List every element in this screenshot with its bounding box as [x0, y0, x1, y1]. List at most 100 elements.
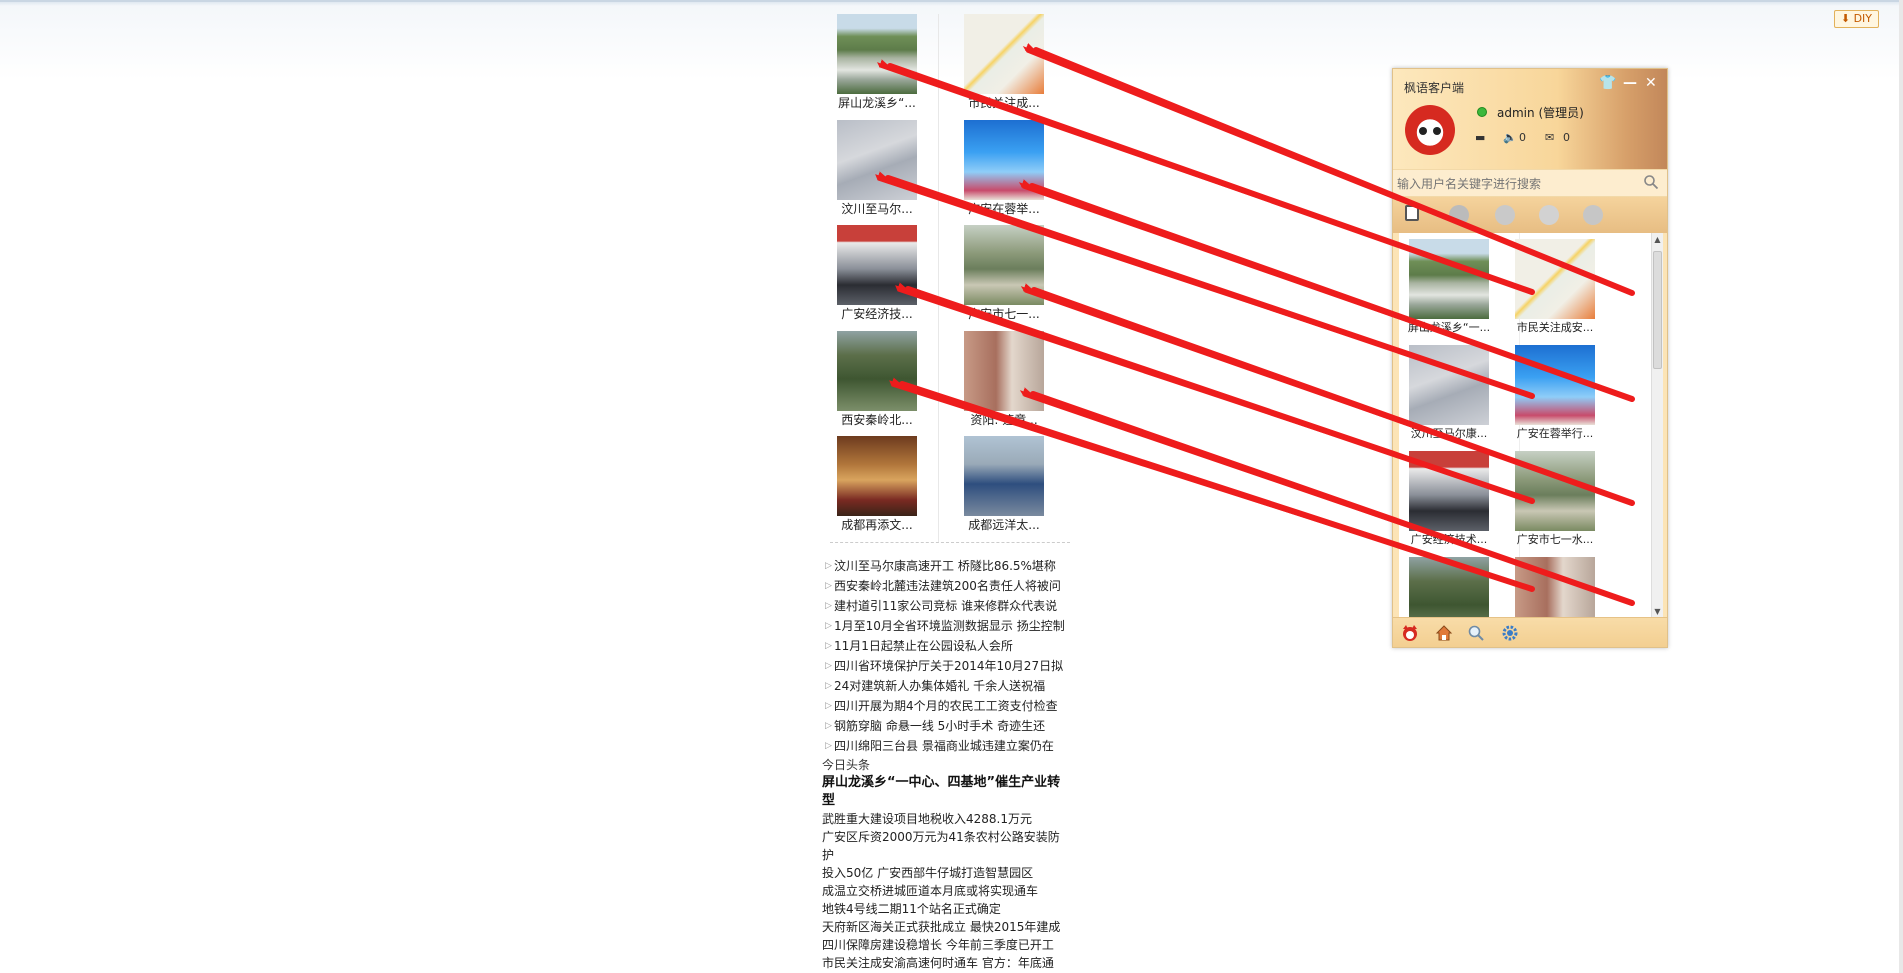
gallery-item[interactable]: 广安经济技... [832, 225, 922, 323]
gallery-thumbnail[interactable] [964, 331, 1044, 411]
gallery-caption[interactable]: 广安经济技... [832, 305, 922, 323]
client-photo-item[interactable]: 市民关注成安... [1510, 239, 1600, 337]
minimize-icon[interactable]: — [1623, 75, 1637, 91]
diy-button[interactable]: ⬇ DIY [1833, 10, 1879, 28]
client-caption[interactable]: 广安在蓉举行... [1510, 425, 1600, 443]
gallery-thumbnail[interactable] [837, 120, 917, 200]
gallery-caption[interactable]: 市民关注成... [959, 94, 1049, 112]
gallery-item[interactable]: 资阳: 违章... [959, 331, 1049, 429]
tab-contacts[interactable] [1405, 205, 1419, 221]
headline-link[interactable]: 市民关注成安渝高速何时通车 官方：年底通 [822, 954, 1066, 972]
tab-tools[interactable] [1495, 205, 1515, 225]
gallery-thumbnail[interactable] [964, 120, 1044, 200]
news-link[interactable]: ▷ 四川开展为期4个月的农民工工资支付检查 [822, 696, 1078, 716]
mail-icon[interactable]: ✉ [1545, 131, 1554, 144]
gallery-item[interactable]: 市民关注成... [959, 14, 1049, 112]
client-thumbnail[interactable] [1515, 345, 1595, 425]
gallery-item[interactable]: 汶川至马尔... [832, 120, 922, 218]
tab-groups[interactable] [1449, 205, 1469, 225]
client-photo-item[interactable]: 广安经济技术... [1404, 451, 1494, 549]
client-photo-item[interactable] [1404, 557, 1494, 619]
news-link[interactable]: ▷ 11月1日起禁止在公园设私人会所 [822, 636, 1078, 656]
news-link[interactable]: ▷ 西安秦岭北麓违法建筑200名责任人将被问 [822, 576, 1078, 596]
tab-people[interactable] [1583, 205, 1603, 225]
client-photo-item[interactable] [1510, 557, 1600, 619]
client-thumbnail[interactable] [1409, 239, 1489, 319]
news-link[interactable]: ▷ 1月至10月全省环境监测数据显示 扬尘控制 [822, 616, 1078, 636]
home-icon[interactable] [1435, 624, 1453, 642]
picture-icon[interactable]: ▬ [1475, 131, 1485, 144]
client-caption[interactable]: 汶川至马尔康... [1404, 425, 1494, 443]
gallery-caption[interactable]: 广安市七一... [959, 305, 1049, 323]
news-link[interactable]: ▷ 钢筋穿脑 命悬一线 5小时手术 奇迹生还 [822, 716, 1078, 736]
news-link[interactable]: ▷ 汶川至马尔康高速开工 桥隧比86.5%堪称 [822, 556, 1078, 576]
headline-link[interactable]: 广安区斥资2000万元为41条农村公路安装防护 [822, 828, 1066, 864]
gallery-thumbnail[interactable] [964, 225, 1044, 305]
gallery-item[interactable]: 成都远洋太... [959, 436, 1049, 534]
news-link[interactable]: ▷ 四川省环境保护厅关于2014年10月27日拟 [822, 656, 1078, 676]
gallery-caption[interactable]: 屏山龙溪乡“... [832, 94, 922, 112]
client-photo-item[interactable]: 广安市七一水... [1510, 451, 1600, 549]
headline-link[interactable]: 四川保障房建设稳增长 今年前三季度已开工 [822, 936, 1066, 954]
gallery-item[interactable]: 广安在蓉举... [959, 120, 1049, 218]
client-photo-item[interactable]: 屏山龙溪乡“一... [1404, 239, 1494, 337]
user-search-input[interactable] [1397, 173, 1637, 195]
client-thumbnail[interactable] [1515, 239, 1595, 319]
gallery-item[interactable]: 成都再添文... [832, 436, 922, 534]
tab-chat[interactable] [1539, 205, 1559, 225]
headline-link[interactable]: 投入50亿 广安西部牛仔城打造智慧园区 [822, 864, 1066, 882]
gallery-caption[interactable]: 成都远洋太... [959, 516, 1049, 534]
client-caption[interactable]: 屏山龙溪乡“一... [1404, 319, 1494, 337]
close-icon[interactable]: ✕ [1645, 75, 1657, 91]
skin-icon[interactable]: 👕 [1599, 75, 1616, 91]
client-thumbnail[interactable] [1515, 451, 1595, 531]
gallery-thumbnail[interactable] [837, 14, 917, 94]
gallery-caption[interactable]: 汶川至马尔... [832, 200, 922, 218]
news-link[interactable]: ▷ 建村道引11家公司竞标 谁来修群众代表说 [822, 596, 1078, 616]
gallery-caption[interactable]: 资阳: 违章... [959, 411, 1049, 429]
bullet-arrow-icon: ▷ [825, 641, 832, 651]
gallery-caption[interactable]: 西安秦岭北... [832, 411, 922, 429]
headline-link[interactable]: 天府新区海关正式获批成立 最快2015年建成 [822, 918, 1066, 936]
photo-gallery: 屏山龙溪乡“... 市民关注成... 汶川至马尔... 广安在蓉举... 广安经… [822, 14, 1076, 543]
gallery-thumbnail[interactable] [964, 14, 1044, 94]
client-caption[interactable]: 广安经济技术... [1404, 531, 1494, 549]
news-link[interactable]: ▷ 24对建筑新人办集体婚礼 千余人送祝福 [822, 676, 1078, 696]
gallery-item[interactable]: 西安秦岭北... [832, 331, 922, 429]
client-photo-item[interactable]: 汶川至马尔康... [1404, 345, 1494, 443]
gallery-thumbnail[interactable] [837, 331, 917, 411]
gallery-caption[interactable]: 广安在蓉举... [959, 200, 1049, 218]
search-icon[interactable] [1467, 624, 1485, 642]
client-thumbnail[interactable] [1409, 557, 1489, 619]
client-caption[interactable]: 市民关注成安... [1510, 319, 1600, 337]
client-thumbnail[interactable] [1409, 345, 1489, 425]
news-link[interactable]: ▷ 四川绵阳三台县 景福商业城违建立案仍在 [822, 736, 1078, 756]
scroll-up-icon[interactable]: ▲ [1652, 233, 1663, 247]
fox-logo-icon[interactable] [1401, 624, 1419, 642]
bullet-arrow-icon: ▷ [825, 721, 832, 731]
gear-icon[interactable] [1501, 624, 1519, 642]
client-thumbnail[interactable] [1409, 451, 1489, 531]
client-list-scrollbar[interactable]: ▲ ▼ [1651, 233, 1663, 619]
online-status-icon[interactable] [1477, 107, 1487, 117]
gallery-item[interactable]: 屏山龙溪乡“... [832, 14, 922, 112]
headline-link[interactable]: 地铁4号线二期11个站名正式确定 [822, 900, 1066, 918]
right-edge-scrollbar[interactable] [1899, 0, 1903, 973]
avatar[interactable] [1405, 105, 1455, 155]
headline-link[interactable]: 成温立交桥进城匝道本月底或将实现通车 [822, 882, 1066, 900]
gallery-item[interactable]: 广安市七一... [959, 225, 1049, 323]
bullet-arrow-icon: ▷ [825, 581, 832, 591]
headline-link[interactable]: 武胜重大建设项目地税收入4288.1万元 [822, 810, 1066, 828]
client-thumbnail[interactable] [1515, 557, 1595, 619]
gallery-caption[interactable]: 成都再添文... [832, 516, 922, 534]
gallery-thumbnail[interactable] [837, 436, 917, 516]
volume-icon[interactable]: 🔈 [1503, 131, 1517, 144]
search-icon[interactable] [1643, 174, 1659, 190]
client-caption[interactable]: 广安市七一水... [1510, 531, 1600, 549]
client-photo-item[interactable]: 广安在蓉举行... [1510, 345, 1600, 443]
scroll-thumb[interactable] [1653, 251, 1662, 369]
top-headline-link[interactable]: 屏山龙溪乡“一中心、四基地”催生产业转型 [822, 774, 1066, 810]
gallery-thumbnail[interactable] [837, 225, 917, 305]
client-footer [1393, 617, 1667, 647]
gallery-thumbnail[interactable] [964, 436, 1044, 516]
